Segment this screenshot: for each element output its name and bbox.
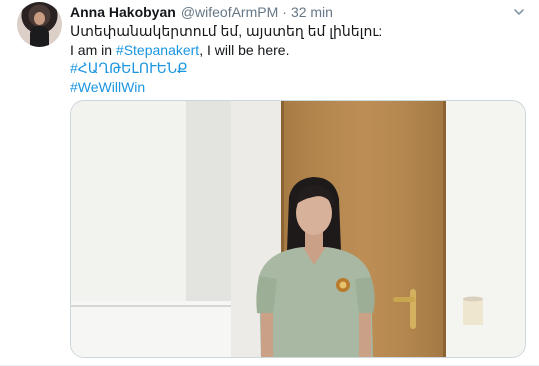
tweet-line-armenian: Ստեփանակերտում եմ, այստեղ եմ լինելու: (70, 23, 383, 39)
tweet[interactable]: Anna Hakobyan @wifeofArmPM · 32 min Ստեփ… (0, 0, 539, 366)
tweet-line-english: I am in #Stepanakert, I will be here. (70, 41, 520, 60)
author-avatar[interactable] (17, 2, 62, 47)
hashtag-stepanakert[interactable]: #Stepanakert (116, 42, 199, 58)
tweet-photo[interactable] (70, 100, 526, 358)
right-wall (446, 101, 525, 357)
hashtag-wewillwin[interactable]: #WeWillWin (70, 78, 520, 97)
hashtag-armenian[interactable]: #ՀԱՂԹԵԼՈՒԵՆՔ (70, 59, 520, 78)
header-separator: · (282, 4, 287, 20)
paper-cup (463, 299, 483, 325)
text-prefix: I am in (70, 41, 116, 58)
tweet-timestamp[interactable]: 32 min (291, 4, 333, 20)
photo-scene (71, 101, 525, 357)
tweet-text: Ստեփանակերտում եմ, այստեղ եմ լինելու: I … (70, 22, 520, 96)
author-name[interactable]: Anna Hakobyan (70, 4, 176, 20)
chevron-down-icon[interactable] (513, 6, 525, 18)
tweet-header: Anna Hakobyan @wifeofArmPM · 32 min (70, 4, 333, 22)
avatar-face (34, 12, 45, 25)
text-suffix: , I will be here. (199, 41, 290, 58)
avatar-dress (30, 26, 49, 47)
door-handle (410, 289, 416, 329)
author-handle[interactable]: @wifeofArmPM (181, 4, 278, 20)
